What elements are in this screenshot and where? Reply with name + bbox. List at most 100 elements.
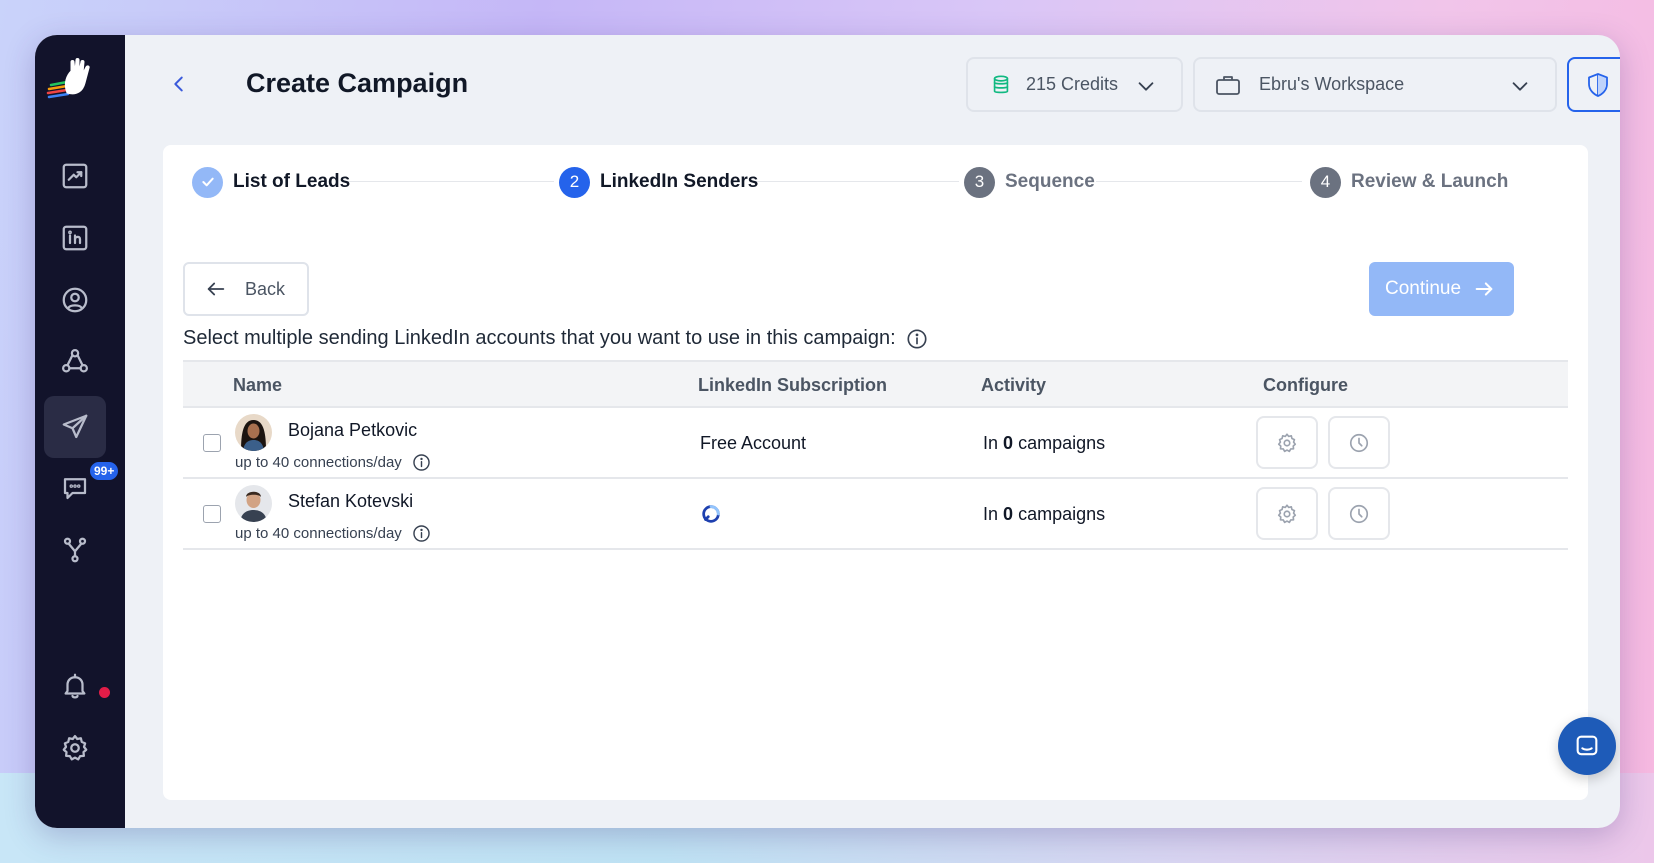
clock-icon [1349,504,1369,523]
row-checkbox[interactable] [203,505,221,523]
sidebar-item-campaigns[interactable] [44,396,106,458]
check-icon [192,166,223,198]
integrations-icon [63,537,87,563]
chevron-left-icon [174,76,183,92]
chat-icon [1576,735,1598,756]
brand-logo [46,58,90,99]
senders-table: Name LinkedIn Subscription Activity Conf… [183,360,1568,550]
configure-settings-button[interactable] [1256,416,1318,469]
info-icon[interactable] [412,453,431,472]
clock-icon [1349,433,1369,452]
step-connector [346,181,554,182]
credits-dropdown[interactable]: 215 Credits [966,57,1183,112]
column-header-activity: Activity [981,375,1047,395]
row-checkbox[interactable] [203,434,221,452]
sender-name: Stefan Kotevski [288,491,414,511]
arrow-right-icon [1475,282,1493,296]
step-sequence[interactable]: 3 Sequence [964,165,1095,199]
back-chevron-button[interactable] [168,73,190,95]
info-icon[interactable] [906,328,928,350]
configure-settings-button[interactable] [1256,487,1318,540]
analytics-icon [62,163,88,189]
network-icon [62,349,88,373]
continue-button-label: Continue [1385,278,1462,299]
avatar [235,414,272,451]
loading-spinner-icon [702,505,720,523]
chevron-down-icon [1135,75,1157,97]
bell-icon [64,673,86,699]
sender-limit-text: up to 40 connections/day [235,525,402,542]
send-icon [62,414,88,439]
activity-text: In 0 campaigns [983,433,1105,454]
messages-icon [63,478,87,500]
gear-icon [1277,503,1297,523]
step-number: 4 [1310,166,1341,198]
campaign-card: List of Leads 2 LinkedIn Senders 3 Seque… [163,145,1588,800]
activity-text: In 0 campaigns [983,504,1105,525]
user-circle-icon [62,287,88,313]
security-button[interactable] [1567,57,1620,112]
shield-icon [1588,72,1608,97]
workspace-dropdown[interactable]: Ebru's Workspace [1193,57,1557,112]
linkedin-icon [62,225,88,251]
chevron-down-icon [1509,75,1531,97]
step-label: LinkedIn Senders [600,171,759,192]
sidebar-item-notifications[interactable] [44,655,106,717]
activity-suffix: campaigns [1018,504,1106,524]
stepper: List of Leads 2 LinkedIn Senders 3 Seque… [163,165,1588,205]
settings-icon [62,735,88,761]
briefcase-icon [1216,75,1240,95]
step-connector [1096,181,1302,182]
configure-schedule-button[interactable] [1328,487,1390,540]
instruction-text-row: Select multiple sending LinkedIn account… [183,327,928,350]
support-chat-button[interactable] [1558,717,1616,775]
sender-name: Bojana Petkovic [288,420,418,440]
step-label: List of Leads [233,171,351,192]
sidebar-item-integrations[interactable] [44,519,106,581]
sidebar-item-messages[interactable]: 99+ [44,457,121,519]
back-button-label: Back [245,278,286,299]
column-header-subscription: LinkedIn Subscription [698,375,888,395]
column-header-name: Name [233,375,283,395]
continue-button[interactable]: Continue [1369,262,1514,316]
sidebar-item-network[interactable] [44,331,106,393]
database-icon [993,74,1009,93]
sidebar-item-contacts[interactable] [44,269,106,331]
sender-limit: up to 40 connections/day [235,524,431,543]
column-header-configure: Configure [1263,375,1348,395]
activity-prefix: In [983,433,999,453]
activity-prefix: In [983,504,999,524]
info-icon[interactable] [412,524,431,543]
gear-icon [1277,432,1297,452]
step-linkedin-senders[interactable]: 2 LinkedIn Senders [559,165,758,199]
configure-schedule-button[interactable] [1328,416,1390,469]
step-connector [751,181,959,182]
sender-limit: up to 40 connections/day [235,453,431,472]
unread-badge: 99+ [88,460,121,482]
workspace-label: Ebru's Workspace [1259,74,1405,94]
main-area: Create Campaign 215 Credits Ebru's Works… [125,35,1620,828]
activity-count: 0 [1003,504,1014,524]
sidebar-item-analytics[interactable] [44,145,106,207]
sidebar-item-settings[interactable] [44,717,106,779]
step-label: Sequence [1005,171,1095,192]
subscription-text: Free Account [700,433,807,453]
step-number: 2 [559,166,590,198]
table-row: Stefan Kotevski up to 40 connections/day… [183,479,1568,550]
step-label: Review & Launch [1351,171,1509,192]
app-window: 99+ Create Campaign 215 Credits Ebru's W… [35,35,1620,828]
step-number: 3 [964,166,995,198]
step-list-of-leads[interactable]: List of Leads [192,165,350,199]
arrow-left-icon [207,282,225,296]
back-button[interactable]: Back [183,262,309,316]
credits-label: 215 Credits [1026,74,1119,94]
instruction-text: Select multiple sending LinkedIn account… [183,327,896,349]
table-header: Name LinkedIn Subscription Activity Conf… [183,360,1568,408]
activity-suffix: campaigns [1018,433,1106,453]
step-review-launch[interactable]: 4 Review & Launch [1310,165,1508,199]
avatar [235,485,272,522]
sidebar-item-linkedin[interactable] [44,207,106,269]
sidebar: 99+ [35,35,125,828]
sender-limit-text: up to 40 connections/day [235,454,402,471]
page-title: Create Campaign [246,68,469,98]
